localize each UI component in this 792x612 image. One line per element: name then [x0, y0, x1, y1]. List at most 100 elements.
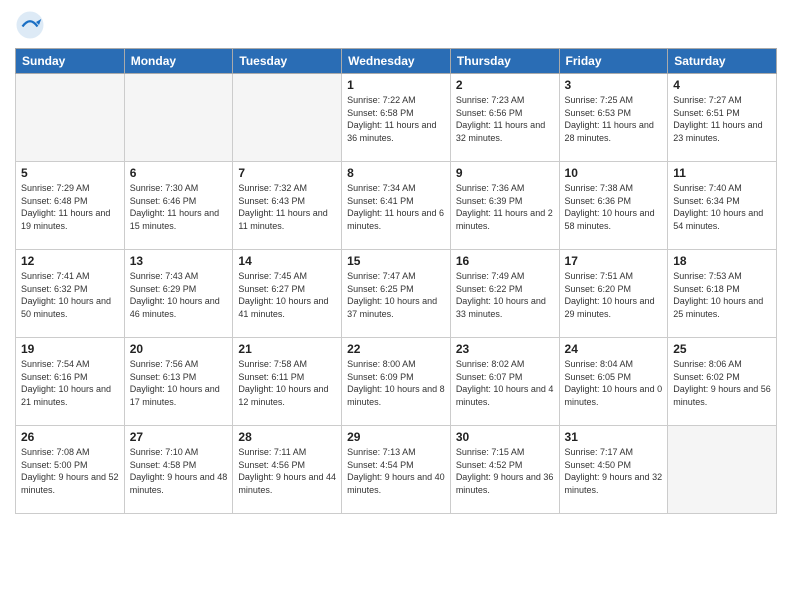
day-detail: Sunrise: 7:29 AM Sunset: 6:48 PM Dayligh… [21, 182, 119, 232]
day-cell: 30 Sunrise: 7:15 AM Sunset: 4:52 PM Dayli… [450, 426, 559, 514]
day-detail: Sunrise: 7:13 AM Sunset: 4:54 PM Dayligh… [347, 446, 445, 496]
week-row-5: 26Sunrise: 7:08 AM Sunset: 5:00 PM Dayli… [16, 426, 777, 514]
day-cell: 5 Sunrise: 7:29 AM Sunset: 6:48 PM Daylig… [16, 162, 125, 250]
day-cell: 11 Sunrise: 7:40 AM Sunset: 6:34 PM Dayli… [668, 162, 777, 250]
day-number: 1 [347, 78, 445, 92]
day-cell: 20 Sunrise: 7:56 AM Sunset: 6:13 PM Dayli… [124, 338, 233, 426]
day-cell [233, 74, 342, 162]
day-number: 29 [347, 430, 445, 444]
day-cell [668, 426, 777, 514]
day-number: 7 [238, 166, 336, 180]
day-number: 28 [238, 430, 336, 444]
day-number: 27 [130, 430, 228, 444]
logo-icon [15, 10, 45, 40]
day-number: 13 [130, 254, 228, 268]
day-cell: 10 Sunrise: 7:38 AM Sunset: 6:36 PM Dayli… [559, 162, 668, 250]
week-row-4: 19 Sunrise: 7:54 AM Sunset: 6:16 PM Dayli… [16, 338, 777, 426]
day-detail: Sunrise: 7:56 AM Sunset: 6:13 PM Dayligh… [130, 358, 228, 408]
day-number: 30 [456, 430, 554, 444]
day-detail: Sunrise: 8:06 AM Sunset: 6:02 PM Dayligh… [673, 358, 771, 408]
day-cell: 7 Sunrise: 7:32 AM Sunset: 6:43 PM Daylig… [233, 162, 342, 250]
day-number: 9 [456, 166, 554, 180]
weekday-header-monday: Monday [124, 49, 233, 74]
weekday-header-friday: Friday [559, 49, 668, 74]
day-cell: 28 Sunrise: 7:11 AM Sunset: 4:56 PM Dayli… [233, 426, 342, 514]
day-detail: Sunrise: 7:45 AM Sunset: 6:27 PM Dayligh… [238, 270, 336, 320]
day-detail: Sunrise: 7:41 AM Sunset: 6:32 PM Dayligh… [21, 270, 119, 320]
calendar-table: SundayMondayTuesdayWednesdayThursdayFrid… [15, 48, 777, 514]
day-number: 11 [673, 166, 771, 180]
day-cell: 12 Sunrise: 7:41 AM Sunset: 6:32 PM Dayli… [16, 250, 125, 338]
weekday-header-tuesday: Tuesday [233, 49, 342, 74]
day-cell: 1Sunrise: 7:22 AM Sunset: 6:58 PM Daylig… [342, 74, 451, 162]
day-cell: 2Sunrise: 7:23 AM Sunset: 6:56 PM Daylig… [450, 74, 559, 162]
day-cell: 19 Sunrise: 7:54 AM Sunset: 6:16 PM Dayli… [16, 338, 125, 426]
day-cell: 26Sunrise: 7:08 AM Sunset: 5:00 PM Dayli… [16, 426, 125, 514]
day-detail: Sunrise: 8:02 AM Sunset: 6:07 PM Dayligh… [456, 358, 554, 408]
day-number: 14 [238, 254, 336, 268]
day-number: 5 [21, 166, 119, 180]
day-cell [16, 74, 125, 162]
day-cell: 25Sunrise: 8:06 AM Sunset: 6:02 PM Dayli… [668, 338, 777, 426]
day-detail: Sunrise: 7:32 AM Sunset: 6:43 PM Dayligh… [238, 182, 336, 232]
day-cell: 14 Sunrise: 7:45 AM Sunset: 6:27 PM Dayli… [233, 250, 342, 338]
day-cell: 17 Sunrise: 7:51 AM Sunset: 6:20 PM Dayli… [559, 250, 668, 338]
day-cell: 3 Sunrise: 7:25 AM Sunset: 6:53 PM Daylig… [559, 74, 668, 162]
day-detail: Sunrise: 7:51 AM Sunset: 6:20 PM Dayligh… [565, 270, 663, 320]
day-detail: Sunrise: 7:17 AM Sunset: 4:50 PM Dayligh… [565, 446, 663, 496]
week-row-2: 5 Sunrise: 7:29 AM Sunset: 6:48 PM Daylig… [16, 162, 777, 250]
day-cell: 24 Sunrise: 8:04 AM Sunset: 6:05 PM Dayli… [559, 338, 668, 426]
day-detail: Sunrise: 7:27 AM Sunset: 6:51 PM Dayligh… [673, 94, 771, 144]
day-detail: Sunrise: 7:25 AM Sunset: 6:53 PM Dayligh… [565, 94, 663, 144]
day-detail: Sunrise: 7:34 AM Sunset: 6:41 PM Dayligh… [347, 182, 445, 232]
week-row-1: 1Sunrise: 7:22 AM Sunset: 6:58 PM Daylig… [16, 74, 777, 162]
day-cell: 16 Sunrise: 7:49 AM Sunset: 6:22 PM Dayli… [450, 250, 559, 338]
day-number: 8 [347, 166, 445, 180]
day-cell: 31Sunrise: 7:17 AM Sunset: 4:50 PM Dayli… [559, 426, 668, 514]
calendar-page: SundayMondayTuesdayWednesdayThursdayFrid… [0, 0, 792, 612]
day-cell: 4Sunrise: 7:27 AM Sunset: 6:51 PM Daylig… [668, 74, 777, 162]
day-number: 12 [21, 254, 119, 268]
day-detail: Sunrise: 7:47 AM Sunset: 6:25 PM Dayligh… [347, 270, 445, 320]
day-detail: Sunrise: 7:54 AM Sunset: 6:16 PM Dayligh… [21, 358, 119, 408]
day-detail: Sunrise: 8:00 AM Sunset: 6:09 PM Dayligh… [347, 358, 445, 408]
day-detail: Sunrise: 8:04 AM Sunset: 6:05 PM Dayligh… [565, 358, 663, 408]
day-detail: Sunrise: 7:58 AM Sunset: 6:11 PM Dayligh… [238, 358, 336, 408]
day-cell: 15Sunrise: 7:47 AM Sunset: 6:25 PM Dayli… [342, 250, 451, 338]
day-cell: 8 Sunrise: 7:34 AM Sunset: 6:41 PM Daylig… [342, 162, 451, 250]
weekday-header-row: SundayMondayTuesdayWednesdayThursdayFrid… [16, 49, 777, 74]
weekday-header-sunday: Sunday [16, 49, 125, 74]
day-cell: 18Sunrise: 7:53 AM Sunset: 6:18 PM Dayli… [668, 250, 777, 338]
day-cell: 22 Sunrise: 8:00 AM Sunset: 6:09 PM Dayli… [342, 338, 451, 426]
day-number: 18 [673, 254, 771, 268]
day-detail: Sunrise: 7:49 AM Sunset: 6:22 PM Dayligh… [456, 270, 554, 320]
week-row-3: 12 Sunrise: 7:41 AM Sunset: 6:32 PM Dayli… [16, 250, 777, 338]
day-number: 17 [565, 254, 663, 268]
day-number: 10 [565, 166, 663, 180]
day-number: 21 [238, 342, 336, 356]
day-detail: Sunrise: 7:40 AM Sunset: 6:34 PM Dayligh… [673, 182, 771, 232]
day-detail: Sunrise: 7:38 AM Sunset: 6:36 PM Dayligh… [565, 182, 663, 232]
day-number: 16 [456, 254, 554, 268]
day-cell: 23 Sunrise: 8:02 AM Sunset: 6:07 PM Dayli… [450, 338, 559, 426]
logo [15, 10, 49, 40]
day-cell: 9Sunrise: 7:36 AM Sunset: 6:39 PM Daylig… [450, 162, 559, 250]
weekday-header-thursday: Thursday [450, 49, 559, 74]
day-number: 19 [21, 342, 119, 356]
day-number: 2 [456, 78, 554, 92]
day-number: 22 [347, 342, 445, 356]
day-detail: Sunrise: 7:43 AM Sunset: 6:29 PM Dayligh… [130, 270, 228, 320]
day-number: 23 [456, 342, 554, 356]
day-number: 3 [565, 78, 663, 92]
day-number: 20 [130, 342, 228, 356]
day-cell: 27 Sunrise: 7:10 AM Sunset: 4:58 PM Dayli… [124, 426, 233, 514]
day-cell [124, 74, 233, 162]
day-number: 24 [565, 342, 663, 356]
header [15, 10, 777, 40]
day-number: 6 [130, 166, 228, 180]
day-detail: Sunrise: 7:11 AM Sunset: 4:56 PM Dayligh… [238, 446, 336, 496]
day-number: 26 [21, 430, 119, 444]
day-detail: Sunrise: 7:15 AM Sunset: 4:52 PM Dayligh… [456, 446, 554, 496]
day-detail: Sunrise: 7:10 AM Sunset: 4:58 PM Dayligh… [130, 446, 228, 496]
weekday-header-saturday: Saturday [668, 49, 777, 74]
